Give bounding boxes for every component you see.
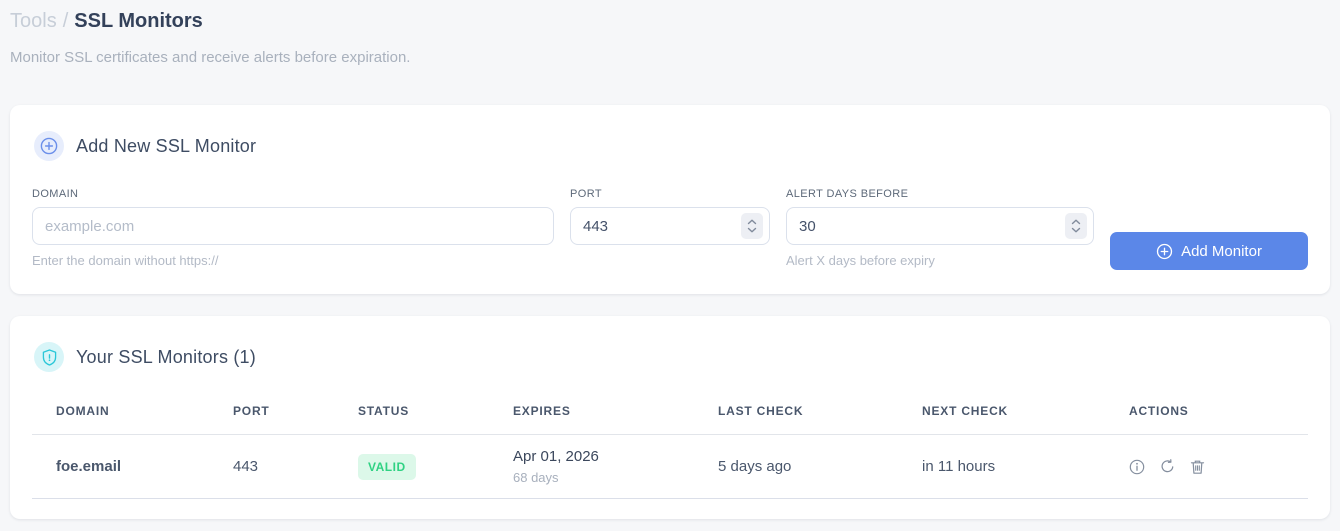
plus-circle-icon: [34, 131, 64, 161]
status-badge: VALID: [358, 453, 416, 480]
plus-circle-icon: [1156, 243, 1173, 259]
refresh-icon: [1161, 459, 1174, 473]
chevron-up-icon: [1071, 219, 1081, 225]
monitors-card-header: Your SSL Monitors (1): [32, 342, 1308, 372]
add-monitor-button[interactable]: Add Monitor: [1110, 232, 1308, 270]
alert-days-input[interactable]: [786, 207, 1094, 245]
monitor-last-check: 5 days ago: [694, 434, 898, 499]
expires-date: Apr 01, 2026: [513, 448, 599, 465]
add-monitor-form: DOMAIN Enter the domain without https://…: [32, 188, 1308, 270]
column-header-domain: DOMAIN: [32, 398, 209, 435]
alert-days-field-group: ALERT DAYS BEFORE Alert X days before ex…: [786, 188, 1094, 268]
port-field-group: PORT: [570, 188, 770, 245]
monitor-domain: foe.email: [32, 434, 209, 499]
table-row: foe.email 443 VALID Apr 01, 2026 68 days…: [32, 434, 1308, 499]
column-header-actions: ACTIONS: [1105, 398, 1308, 435]
alert-days-label: ALERT DAYS BEFORE: [786, 188, 909, 200]
add-monitor-button-label: Add Monitor: [1181, 242, 1262, 260]
breadcrumb-tools-link[interactable]: Tools: [10, 10, 57, 32]
port-label: PORT: [570, 188, 602, 200]
shield-icon: [34, 342, 64, 372]
chevron-down-icon: [747, 227, 757, 233]
monitors-table: DOMAIN PORT STATUS EXPIRES LAST CHECK NE…: [32, 398, 1308, 499]
domain-helper-text: Enter the domain without https://: [32, 253, 219, 268]
column-header-next-check: NEXT CHECK: [898, 398, 1105, 435]
alert-days-stepper[interactable]: [1065, 213, 1087, 239]
ssl-monitors-page: Tools / SSL Monitors Monitor SSL certifica…: [0, 0, 1340, 519]
refresh-button[interactable]: [1160, 459, 1175, 474]
alert-days-helper-text: Alert X days before expiry: [786, 253, 935, 268]
breadcrumb: Tools / SSL Monitors: [10, 8, 1330, 34]
chevron-down-icon: [1071, 227, 1081, 233]
add-monitor-card-header: Add New SSL Monitor: [32, 131, 1308, 161]
column-header-port: PORT: [209, 398, 334, 435]
page-title: SSL Monitors: [74, 10, 203, 32]
chevron-up-icon: [747, 219, 757, 225]
monitor-next-check: in 11 hours: [898, 434, 1105, 499]
page-subtitle: Monitor SSL certificates and receive ale…: [10, 49, 411, 66]
monitor-expires-cell: Apr 01, 2026 68 days: [489, 434, 694, 499]
domain-field-group: DOMAIN Enter the domain without https://: [32, 188, 554, 268]
submit-field-group: Add Monitor: [1110, 232, 1308, 270]
breadcrumb-separator: /: [62, 10, 69, 32]
table-header-row: DOMAIN PORT STATUS EXPIRES LAST CHECK NE…: [32, 398, 1308, 435]
monitors-card-title: Your SSL Monitors (1): [76, 346, 256, 367]
column-header-status: STATUS: [334, 398, 489, 435]
add-monitor-card: Add New SSL Monitor DOMAIN Enter the dom…: [10, 105, 1330, 294]
column-header-expires: EXPIRES: [489, 398, 694, 435]
info-icon: [1129, 459, 1145, 474]
trash-icon: [1190, 460, 1205, 474]
delete-button[interactable]: [1190, 459, 1205, 475]
port-input[interactable]: [570, 207, 770, 245]
domain-input[interactable]: [32, 207, 554, 245]
domain-label: DOMAIN: [32, 188, 79, 200]
monitor-actions-cell: [1105, 434, 1308, 499]
monitor-port: 443: [209, 434, 334, 499]
info-button[interactable]: [1129, 459, 1145, 475]
expires-relative: 68 days: [513, 470, 559, 485]
monitors-card: Your SSL Monitors (1) DOMAIN PORT STATUS…: [10, 316, 1330, 519]
add-monitor-card-title: Add New SSL Monitor: [76, 135, 257, 156]
column-header-last-check: LAST CHECK: [694, 398, 898, 435]
port-stepper[interactable]: [741, 213, 763, 239]
